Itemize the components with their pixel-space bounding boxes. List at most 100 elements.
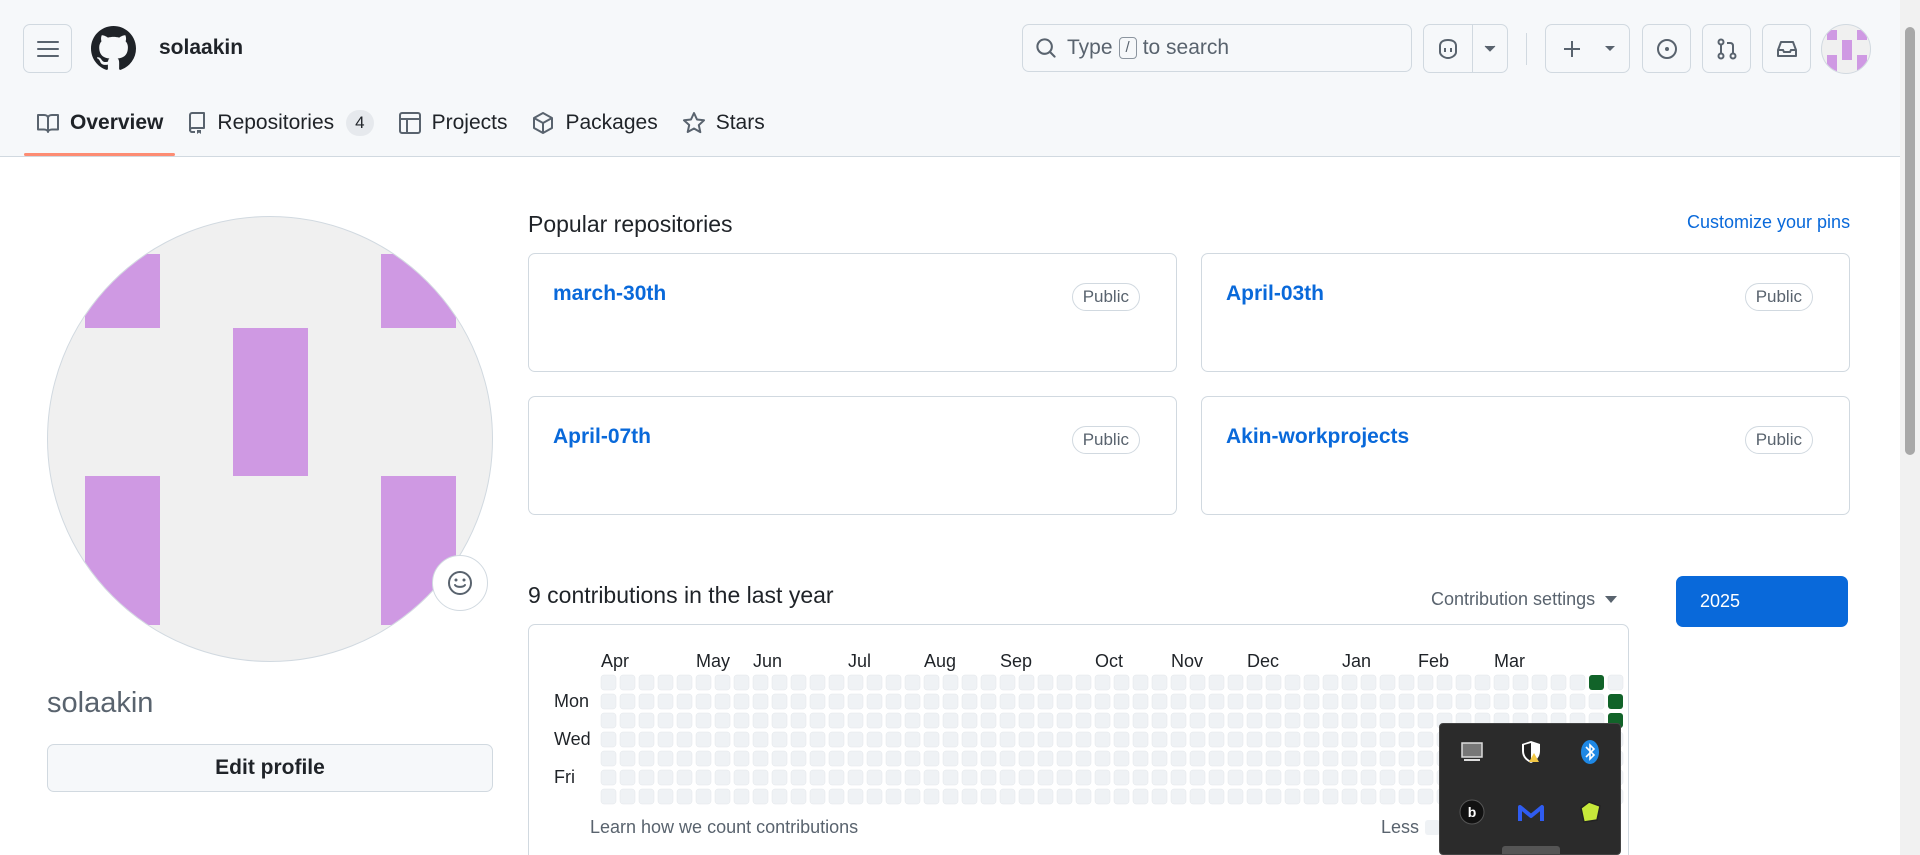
contribution-day-cell[interactable] xyxy=(1037,731,1054,748)
contribution-day-cell[interactable] xyxy=(1075,674,1092,691)
contribution-day-cell[interactable] xyxy=(904,731,921,748)
contribution-day-cell[interactable] xyxy=(657,769,674,786)
contribution-day-cell[interactable] xyxy=(1303,750,1320,767)
contribution-day-cell[interactable] xyxy=(1208,731,1225,748)
contribution-day-cell[interactable] xyxy=(1056,788,1073,805)
contribution-day-cell[interactable] xyxy=(1284,674,1301,691)
contribution-day-cell[interactable] xyxy=(657,750,674,767)
contribution-day-cell[interactable] xyxy=(638,750,655,767)
contribution-day-cell[interactable] xyxy=(1246,693,1263,710)
contribution-day-cell[interactable] xyxy=(1113,693,1130,710)
contribution-day-cell[interactable] xyxy=(1379,769,1396,786)
contribution-day-cell[interactable] xyxy=(1284,750,1301,767)
contribution-day-cell[interactable] xyxy=(1398,712,1415,729)
menu-button[interactable] xyxy=(23,24,72,73)
contribution-day-cell[interactable] xyxy=(885,731,902,748)
beats-icon[interactable]: b xyxy=(1454,794,1490,830)
contribution-day-cell[interactable] xyxy=(999,693,1016,710)
contribution-day-cell[interactable] xyxy=(733,693,750,710)
contribution-day-cell[interactable] xyxy=(1512,674,1529,691)
contribution-day-cell[interactable] xyxy=(904,769,921,786)
contribution-day-cell[interactable] xyxy=(1417,750,1434,767)
contribution-day-cell[interactable] xyxy=(1018,788,1035,805)
contribution-day-cell[interactable] xyxy=(1170,712,1187,729)
contribution-day-cell[interactable] xyxy=(771,693,788,710)
contribution-day-cell[interactable] xyxy=(1189,788,1206,805)
contribution-day-cell[interactable] xyxy=(771,731,788,748)
contribution-day-cell[interactable] xyxy=(1303,693,1320,710)
contribution-day-cell[interactable] xyxy=(1417,769,1434,786)
contribution-day-cell[interactable] xyxy=(847,674,864,691)
contribution-day-cell[interactable] xyxy=(961,731,978,748)
contribution-day-cell[interactable] xyxy=(1417,693,1434,710)
contribution-day-cell[interactable] xyxy=(885,693,902,710)
contribution-day-cell[interactable] xyxy=(1608,694,1623,709)
contribution-day-cell[interactable] xyxy=(1322,731,1339,748)
contribution-day-cell[interactable] xyxy=(1360,750,1377,767)
contribution-day-cell[interactable] xyxy=(1056,750,1073,767)
contribution-day-cell[interactable] xyxy=(1246,788,1263,805)
contribution-day-cell[interactable] xyxy=(1056,674,1073,691)
contribution-day-cell[interactable] xyxy=(1569,674,1586,691)
contribution-day-cell[interactable] xyxy=(999,788,1016,805)
contribution-day-cell[interactable] xyxy=(885,769,902,786)
contribution-day-cell[interactable] xyxy=(1474,693,1491,710)
contribution-day-cell[interactable] xyxy=(1151,712,1168,729)
contribution-day-cell[interactable] xyxy=(809,750,826,767)
edit-profile-button[interactable]: Edit profile xyxy=(47,744,493,792)
contribution-day-cell[interactable] xyxy=(733,674,750,691)
contribution-day-cell[interactable] xyxy=(942,731,959,748)
contribution-day-cell[interactable] xyxy=(1265,750,1282,767)
contribution-day-cell[interactable] xyxy=(790,674,807,691)
contribution-day-cell[interactable] xyxy=(1170,674,1187,691)
contribution-day-cell[interactable] xyxy=(1208,693,1225,710)
contribution-day-cell[interactable] xyxy=(1094,674,1111,691)
contribution-day-cell[interactable] xyxy=(657,788,674,805)
contribution-day-cell[interactable] xyxy=(828,731,845,748)
contribution-day-cell[interactable] xyxy=(1113,750,1130,767)
malwarebytes-icon[interactable] xyxy=(1513,794,1549,830)
contribution-day-cell[interactable] xyxy=(1398,693,1415,710)
contribution-day-cell[interactable] xyxy=(1151,769,1168,786)
contribution-day-cell[interactable] xyxy=(809,769,826,786)
contribution-day-cell[interactable] xyxy=(1151,731,1168,748)
contribution-day-cell[interactable] xyxy=(1360,693,1377,710)
contribution-day-cell[interactable] xyxy=(1550,693,1567,710)
contribution-day-cell[interactable] xyxy=(1284,693,1301,710)
contribution-day-cell[interactable] xyxy=(904,712,921,729)
contribution-day-cell[interactable] xyxy=(1056,731,1073,748)
contribution-day-cell[interactable] xyxy=(904,788,921,805)
contribution-day-cell[interactable] xyxy=(942,674,959,691)
contribution-day-cell[interactable] xyxy=(847,750,864,767)
contribution-day-cell[interactable] xyxy=(1455,693,1472,710)
inbox-button[interactable] xyxy=(1762,24,1811,73)
contribution-day-cell[interactable] xyxy=(1303,712,1320,729)
contribution-day-cell[interactable] xyxy=(1056,769,1073,786)
contribution-day-cell[interactable] xyxy=(1151,750,1168,767)
contribution-day-cell[interactable] xyxy=(1455,674,1472,691)
contribution-day-cell[interactable] xyxy=(999,750,1016,767)
contribution-day-cell[interactable] xyxy=(638,712,655,729)
contribution-day-cell[interactable] xyxy=(1227,731,1244,748)
contribution-day-cell[interactable] xyxy=(885,674,902,691)
contribution-day-cell[interactable] xyxy=(1398,750,1415,767)
contribution-day-cell[interactable] xyxy=(619,788,636,805)
contribution-day-cell[interactable] xyxy=(1132,788,1149,805)
contribution-day-cell[interactable] xyxy=(1151,674,1168,691)
contribution-day-cell[interactable] xyxy=(600,750,617,767)
contribution-day-cell[interactable] xyxy=(1417,788,1434,805)
contribution-day-cell[interactable] xyxy=(980,769,997,786)
contribution-day-cell[interactable] xyxy=(771,750,788,767)
contribution-day-cell[interactable] xyxy=(961,674,978,691)
contribution-day-cell[interactable] xyxy=(1018,769,1035,786)
contribution-day-cell[interactable] xyxy=(1208,674,1225,691)
contribution-day-cell[interactable] xyxy=(1265,769,1282,786)
contribution-day-cell[interactable] xyxy=(1189,693,1206,710)
contribution-day-cell[interactable] xyxy=(961,750,978,767)
contribution-day-cell[interactable] xyxy=(752,693,769,710)
contribution-day-cell[interactable] xyxy=(1322,788,1339,805)
contribution-day-cell[interactable] xyxy=(733,750,750,767)
contribution-day-cell[interactable] xyxy=(695,674,712,691)
contribution-day-cell[interactable] xyxy=(1018,693,1035,710)
contribution-day-cell[interactable] xyxy=(961,712,978,729)
